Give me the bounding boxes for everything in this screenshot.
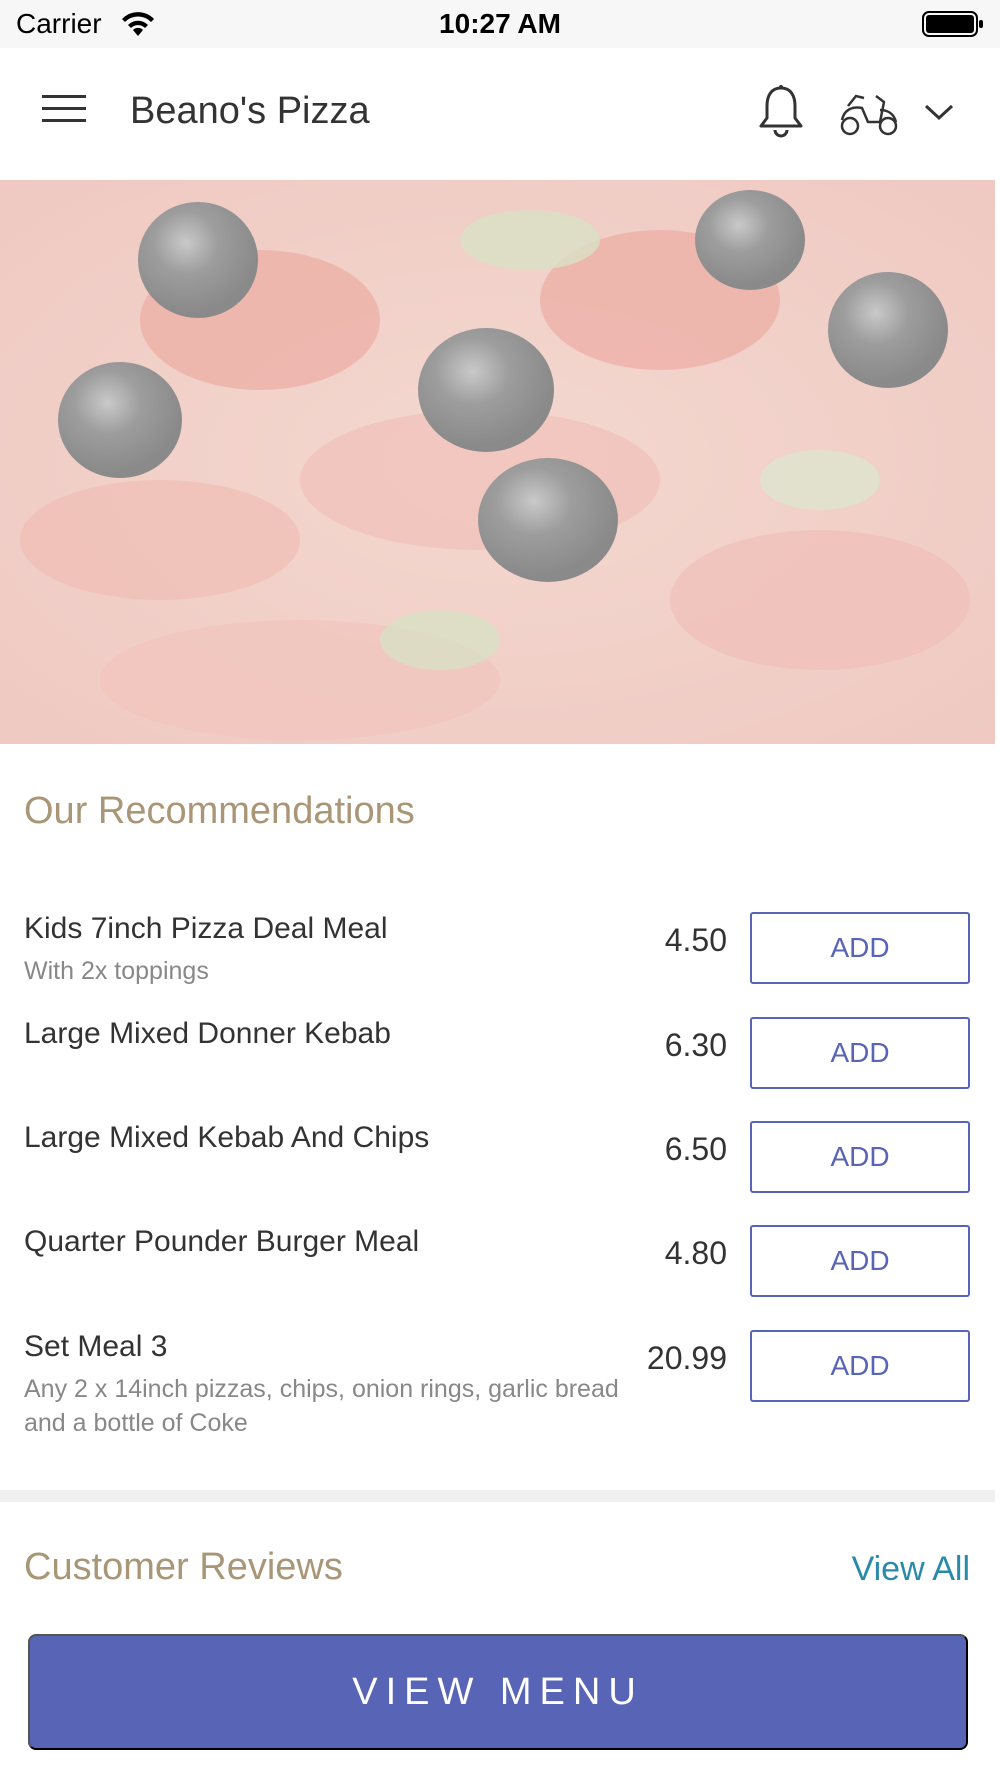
item-name: Large Mixed Kebab And Chips	[24, 1121, 430, 1154]
item-name: Set Meal 3	[24, 1330, 168, 1363]
app-title: Beano's Pizza	[130, 90, 370, 132]
add-button[interactable]: ADD	[750, 1225, 970, 1297]
bell-icon[interactable]	[756, 84, 806, 140]
item-description: With 2x toppings	[24, 957, 209, 985]
list-item: Set Meal 3 Any 2 x 14inch pizzas, chips,…	[0, 1330, 995, 1460]
item-price: 20.99	[646, 1340, 727, 1376]
list-item: Large Mixed Kebab And Chips 6.50 ADD	[0, 1121, 995, 1193]
recommendations-title: Our Recommendations	[24, 790, 415, 832]
menu-icon[interactable]	[42, 92, 86, 126]
item-name: Large Mixed Donner Kebab	[24, 1017, 391, 1050]
add-button[interactable]: ADD	[750, 1121, 970, 1193]
item-price: 6.30	[664, 1027, 727, 1063]
view-menu-button[interactable]: VIEW MENU	[28, 1634, 968, 1750]
scooter-icon[interactable]	[838, 88, 900, 138]
item-description: Any 2 x 14inch pizzas, chips, onion ring…	[24, 1375, 619, 1437]
add-button[interactable]: ADD	[750, 1017, 970, 1089]
list-item: Kids 7inch Pizza Deal Meal With 2x toppi…	[0, 912, 995, 1002]
section-divider	[0, 1490, 995, 1502]
list-item: Large Mixed Donner Kebab 6.30 ADD	[0, 1017, 995, 1089]
item-name: Kids 7inch Pizza Deal Meal	[24, 912, 388, 945]
add-button[interactable]: ADD	[750, 1330, 970, 1402]
status-bar: Carrier 10:27 AM	[0, 0, 1000, 48]
app-header: Beano's Pizza	[0, 48, 995, 180]
chevron-down-icon[interactable]	[922, 100, 956, 124]
hero-pizza-image	[0, 180, 995, 744]
battery-icon	[922, 11, 983, 37]
list-item: Quarter Pounder Burger Meal 4.80 ADD	[0, 1225, 995, 1297]
reviews-title: Customer Reviews	[24, 1546, 343, 1588]
view-all-link[interactable]: View All	[852, 1550, 970, 1589]
add-button[interactable]: ADD	[750, 912, 970, 984]
item-price: 4.80	[664, 1235, 727, 1271]
status-time: 10:27 AM	[439, 8, 561, 39]
item-price: 4.50	[664, 922, 727, 958]
item-price: 6.50	[664, 1131, 727, 1167]
item-name: Quarter Pounder Burger Meal	[24, 1225, 420, 1258]
